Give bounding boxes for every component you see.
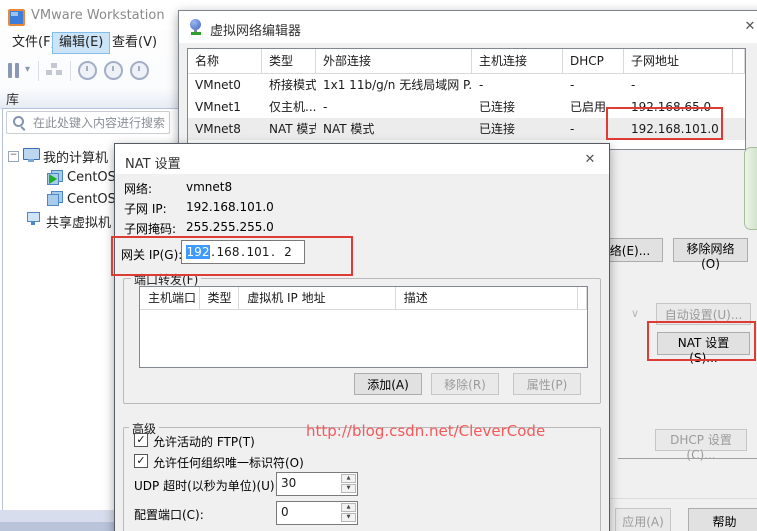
nat-dialog-title: NAT 设置	[125, 157, 181, 172]
pf-properties-button[interactable]: 属性(P)	[513, 373, 581, 395]
screen: VMware Workstation 文件(F) 编辑(E) 查看(V) ▾ 库…	[0, 0, 757, 531]
vm-icon	[47, 191, 63, 206]
menu-edit[interactable]: 编辑(E)	[52, 32, 111, 54]
shared-vms-icon	[27, 212, 40, 225]
toolbar-separator	[38, 61, 39, 81]
udp-timeout-input[interactable]: 30 ▲ ▼	[276, 472, 358, 496]
col-vm-ip[interactable]: 虚拟机 IP 地址	[239, 287, 396, 309]
udp-timeout-label: UDP 超时(以秒为单位)(U):	[134, 479, 279, 493]
divider	[618, 458, 757, 459]
manage-snapshot-icon[interactable]	[130, 61, 149, 80]
oui-checkbox[interactable]: ✓	[134, 454, 148, 468]
col-description[interactable]: 描述	[396, 287, 578, 309]
pf-table-header: 主机端口 类型 虚拟机 IP 地址 描述	[140, 287, 587, 310]
dhcp-settings-button[interactable]: DHCP 设置(C)...	[655, 429, 747, 462]
menu-view[interactable]: 查看(V)	[106, 33, 163, 53]
toolbar: ▾	[0, 57, 178, 86]
power-pause-icon[interactable]	[15, 63, 19, 78]
chevron-down-icon[interactable]: ∨	[631, 307, 639, 320]
annotation-gateway-highlight	[111, 236, 353, 276]
col-dhcp[interactable]: DHCP	[563, 49, 624, 73]
preview-thumbnail-edge	[744, 147, 757, 230]
apply-button[interactable]: 应用(A)	[615, 508, 671, 531]
toolbar-separator	[70, 61, 71, 81]
revert-snapshot-icon[interactable]	[104, 61, 123, 80]
annotation-subnet-highlight	[606, 107, 723, 140]
power-pause-icon[interactable]	[8, 63, 12, 78]
close-icon[interactable]: ✕	[581, 151, 599, 169]
subnet-ip-label: 子网 IP:	[124, 202, 167, 216]
pf-add-button[interactable]: 添加(A)	[354, 373, 422, 395]
close-icon[interactable]: ✕	[741, 18, 757, 36]
subnet-mask-value: 255.255.255.0	[186, 220, 274, 234]
config-port-input[interactable]: 0 ▲ ▼	[276, 501, 358, 525]
col-pf-type[interactable]: 类型	[200, 287, 240, 309]
search-icon	[13, 116, 26, 131]
col-external[interactable]: 外部连接	[316, 49, 472, 73]
divider	[601, 498, 757, 499]
ftp-checkbox[interactable]: ✓	[134, 433, 148, 447]
port-forwarding-table[interactable]: 主机端口 类型 虚拟机 IP 地址 描述	[139, 286, 588, 368]
network-label: 网络:	[124, 182, 153, 196]
spin-down-icon[interactable]: ▼	[341, 484, 356, 493]
oui-checkbox-label[interactable]: 允许任何组织唯一标识符(O)	[153, 454, 304, 471]
take-snapshot-icon[interactable]	[78, 61, 97, 80]
table-row-vmnet0[interactable]: VMnet0 桥接模式 1x1 11b/g/n 无线局域网 P... - - -	[188, 74, 745, 96]
library-header-label: 库	[6, 93, 20, 108]
col-host-connection[interactable]: 主机连接	[472, 49, 563, 73]
subnet-mask-label: 子网掩码:	[124, 222, 177, 236]
menu-bar: 文件(F) 编辑(E) 查看(V)	[0, 30, 178, 57]
config-port-label: 配置端口(C):	[134, 508, 204, 522]
col-host-port[interactable]: 主机端口	[140, 287, 200, 309]
library-header-bar	[0, 86, 178, 109]
col-type[interactable]: 类型	[262, 49, 316, 73]
help-button[interactable]: 帮助	[688, 508, 757, 531]
watermark-text: http://blog.csdn.net/CleverCode	[306, 422, 546, 440]
power-dropdown-icon[interactable]: ▾	[25, 64, 30, 75]
network-value: vmnet8	[186, 180, 233, 194]
nat-dialog-titlebar: NAT 设置 ✕	[115, 144, 609, 174]
nat-settings-dialog: NAT 设置 ✕ 网络: vmnet8 子网 IP: 192.168.101.0…	[114, 143, 610, 531]
main-window-title: VMware Workstation	[31, 8, 165, 23]
vmware-logo-icon	[8, 9, 25, 26]
col-name[interactable]: 名称	[188, 49, 262, 73]
library-search[interactable]	[6, 111, 170, 134]
search-input[interactable]	[31, 113, 167, 132]
spin-up-icon[interactable]: ▲	[341, 474, 356, 483]
remove-network-button[interactable]: 移除网络(O)	[673, 238, 748, 271]
subnet-ip-value: 192.168.101.0	[186, 200, 274, 214]
spin-up-icon[interactable]: ▲	[341, 503, 356, 512]
pf-remove-button[interactable]: 移除(R)	[431, 373, 499, 395]
collapse-icon[interactable]: −	[8, 151, 19, 162]
col-subnet[interactable]: 子网地址	[624, 49, 733, 73]
network-editor-title: 虚拟网络编辑器	[210, 24, 302, 39]
vm-running-icon	[47, 170, 63, 185]
computer-icon	[23, 148, 40, 162]
network-table-header: 名称 类型 外部连接 主机连接 DHCP 子网地址	[188, 49, 745, 74]
show-library-icon[interactable]	[46, 63, 64, 78]
spin-down-icon[interactable]: ▼	[341, 513, 356, 522]
annotation-nat-button-highlight	[647, 321, 756, 361]
ftp-checkbox-label[interactable]: 允许活动的 FTP(T)	[153, 433, 255, 450]
network-editor-icon	[189, 19, 203, 35]
network-editor-titlebar: 虚拟网络编辑器 ✕	[179, 11, 757, 43]
